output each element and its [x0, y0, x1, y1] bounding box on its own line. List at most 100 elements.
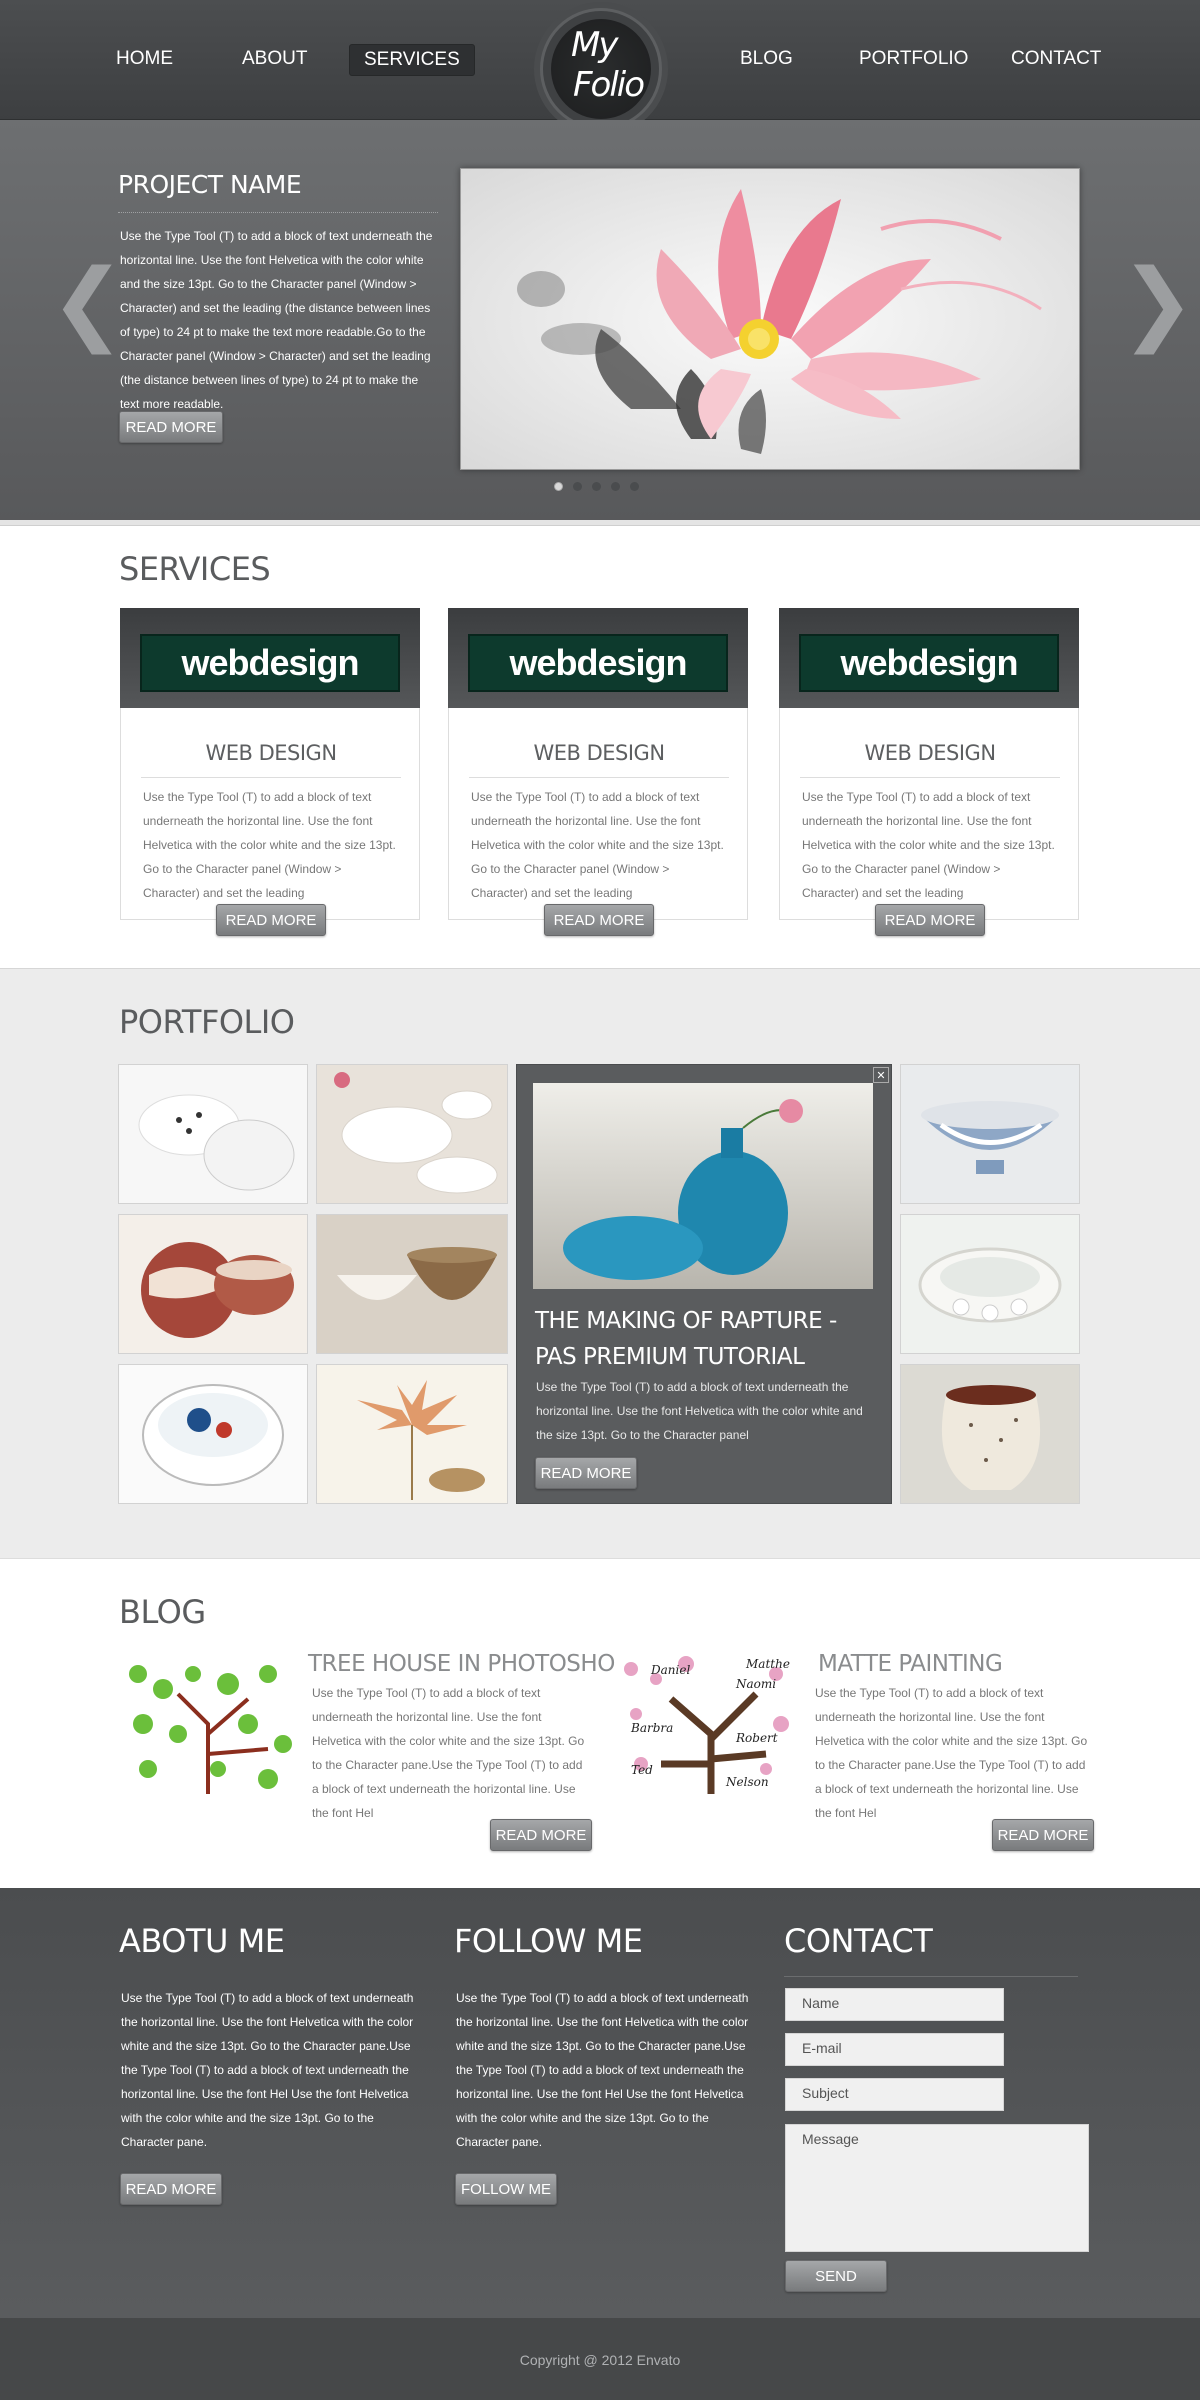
tree-name-label: Ted — [631, 1763, 653, 1777]
service-heading: WEB DESIGN — [533, 741, 665, 765]
ceramic-bowls-image — [119, 1065, 307, 1203]
email-field[interactable]: E-mail — [785, 2033, 1004, 2066]
blog-post-title[interactable]: MATTE PAINTING — [818, 1651, 1003, 1677]
follow-text: Use the Type Tool (T) to add a block of … — [456, 1991, 749, 2149]
blog-read-more-button[interactable]: READ MORE — [490, 1819, 592, 1851]
lotus-illustration — [461, 169, 1079, 469]
nav-home[interactable]: HOME — [116, 48, 173, 70]
service-divider — [469, 777, 729, 778]
service-divider — [800, 777, 1060, 778]
nav-portfolio[interactable]: PORTFOLIO — [859, 48, 968, 70]
nav-contact[interactable]: CONTACT — [1011, 48, 1101, 70]
service-read-more-button[interactable]: READ MORE — [875, 904, 985, 936]
service-banner: webdesign — [779, 608, 1079, 708]
service-read-more-button[interactable]: READ MORE — [544, 904, 654, 936]
blog-post-title[interactable]: TREE HOUSE IN PHOTOSHOP — [308, 1651, 629, 1677]
contact-title: CONTACT — [784, 1922, 933, 1960]
service-divider — [141, 777, 401, 778]
portfolio-thumb[interactable] — [900, 1214, 1080, 1354]
feature-title: THE MAKING OF RAPTURE - PAS PREMIUM TUTO… — [535, 1308, 837, 1370]
slide-read-more-button[interactable]: READ MORE — [119, 411, 223, 443]
portfolio-thumb[interactable] — [118, 1364, 308, 1504]
next-arrow-icon[interactable]: ❯ — [1120, 250, 1195, 355]
blue-vases-image — [533, 1083, 873, 1289]
white-bracelet-image — [901, 1215, 1079, 1353]
painted-bowl-image — [119, 1365, 307, 1503]
about-text: Use the Type Tool (T) to add a block of … — [121, 1991, 414, 2149]
slider-dot[interactable] — [592, 482, 601, 491]
section-divider — [0, 520, 1200, 526]
portfolio-thumb[interactable] — [118, 1064, 308, 1204]
blog-read-more-button[interactable]: READ MORE — [992, 1819, 1094, 1851]
service-card: webdesign WEB DESIGN Use the Type Tool (… — [120, 608, 420, 920]
slide-title-divider — [118, 212, 438, 213]
slide-title: PROJECT NAME — [118, 170, 302, 199]
portfolio-thumb[interactable] — [316, 1364, 508, 1504]
blog-section: BLOG TREE HOUSE IN PHOTOSHOP Use the Typ… — [0, 1558, 1200, 1888]
portfolio-title: PORTFOLIO — [119, 1003, 295, 1041]
service-banner: webdesign — [448, 608, 748, 708]
blog-title: BLOG — [119, 1593, 206, 1631]
services-title: SERVICES — [119, 550, 271, 588]
blog-post-text: Use the Type Tool (T) to add a block of … — [815, 1686, 1088, 1820]
close-icon[interactable]: ✕ — [873, 1067, 889, 1083]
service-read-more-button[interactable]: READ MORE — [216, 904, 326, 936]
logo-badge: My Folio — [551, 19, 651, 119]
green-tree-image — [118, 1654, 298, 1794]
blog-post-text: Use the Type Tool (T) to add a block of … — [312, 1686, 585, 1820]
portfolio-thumb[interactable] — [118, 1214, 308, 1354]
about-title: ABOTU ME — [119, 1922, 285, 1960]
follow-title: FOLLOW ME — [454, 1922, 643, 1960]
nav-blog[interactable]: BLOG — [740, 48, 793, 70]
nav-about[interactable]: ABOUT — [242, 48, 307, 70]
service-heading: WEB DESIGN — [864, 741, 996, 765]
white-plates-image — [317, 1065, 507, 1203]
slide-image — [460, 168, 1080, 470]
portfolio-feature-panel: ✕ THE MAKING OF RAPTURE - PAS PREMIUM TU… — [516, 1064, 892, 1504]
subject-field[interactable]: Subject — [785, 2078, 1004, 2111]
service-text: Use the Type Tool (T) to add a block of … — [143, 790, 396, 900]
portfolio-thumb[interactable] — [316, 1214, 508, 1354]
hero-slider: ❮ ❯ PROJECT NAME Use the Type Tool (T) t… — [0, 120, 1200, 520]
portfolio-section: PORTFOLIO ✕ THE MAKING OF RAPTURE - PAS … — [0, 968, 1200, 1558]
slider-dot-active[interactable] — [554, 482, 563, 491]
portfolio-thumb[interactable] — [316, 1064, 508, 1204]
striped-pots-image — [119, 1215, 307, 1353]
webdesign-sign: webdesign — [468, 634, 728, 692]
prev-arrow-icon[interactable]: ❮ — [50, 250, 125, 355]
service-card: webdesign WEB DESIGN Use the Type Tool (… — [448, 608, 748, 920]
slider-dot[interactable] — [611, 482, 620, 491]
nav-services[interactable]: SERVICES — [349, 44, 475, 76]
copyright-text: Copyright @ 2012 Envato — [519, 2352, 681, 2368]
speckled-pot-image — [901, 1365, 1079, 1503]
feature-read-more-button[interactable]: READ MORE — [535, 1457, 637, 1489]
tree-name-label: Robert — [735, 1731, 778, 1745]
slider-pagination — [554, 482, 639, 491]
service-text: Use the Type Tool (T) to add a block of … — [802, 790, 1055, 900]
tree-name-label: Daniel — [650, 1663, 690, 1677]
slider-dot[interactable] — [630, 482, 639, 491]
follow-me-button[interactable]: FOLLOW ME — [455, 2173, 557, 2205]
blog-thumb[interactable] — [118, 1654, 298, 1794]
portfolio-thumb[interactable] — [900, 1064, 1080, 1204]
service-card: webdesign WEB DESIGN Use the Type Tool (… — [779, 608, 1079, 920]
message-field[interactable]: Message — [785, 2124, 1089, 2252]
tree-name-label: Nelson — [725, 1775, 769, 1789]
feature-text: Use the Type Tool (T) to add a block of … — [536, 1380, 863, 1442]
service-banner: webdesign — [120, 608, 420, 708]
service-text: Use the Type Tool (T) to add a block of … — [471, 790, 724, 900]
feature-image — [533, 1083, 873, 1289]
send-button[interactable]: SEND — [785, 2260, 887, 2292]
site-logo[interactable]: My Folio — [540, 8, 662, 130]
copyright-bar: Copyright @ 2012 Envato — [0, 2318, 1200, 2400]
tree-name-label: Barbra — [630, 1721, 673, 1735]
name-field[interactable]: Name — [785, 1988, 1004, 2021]
slider-dot[interactable] — [573, 482, 582, 491]
contact-divider — [784, 1976, 1078, 1977]
blog-thumb[interactable]: Daniel Matthe Naomi Barbra Robert Ted Nelson — [616, 1654, 796, 1794]
portfolio-thumb[interactable] — [900, 1364, 1080, 1504]
tree-name-label: Naomi — [735, 1677, 776, 1691]
logo-text-my: My — [571, 25, 618, 65]
about-read-more-button[interactable]: READ MORE — [120, 2173, 222, 2205]
webdesign-sign: webdesign — [140, 634, 400, 692]
